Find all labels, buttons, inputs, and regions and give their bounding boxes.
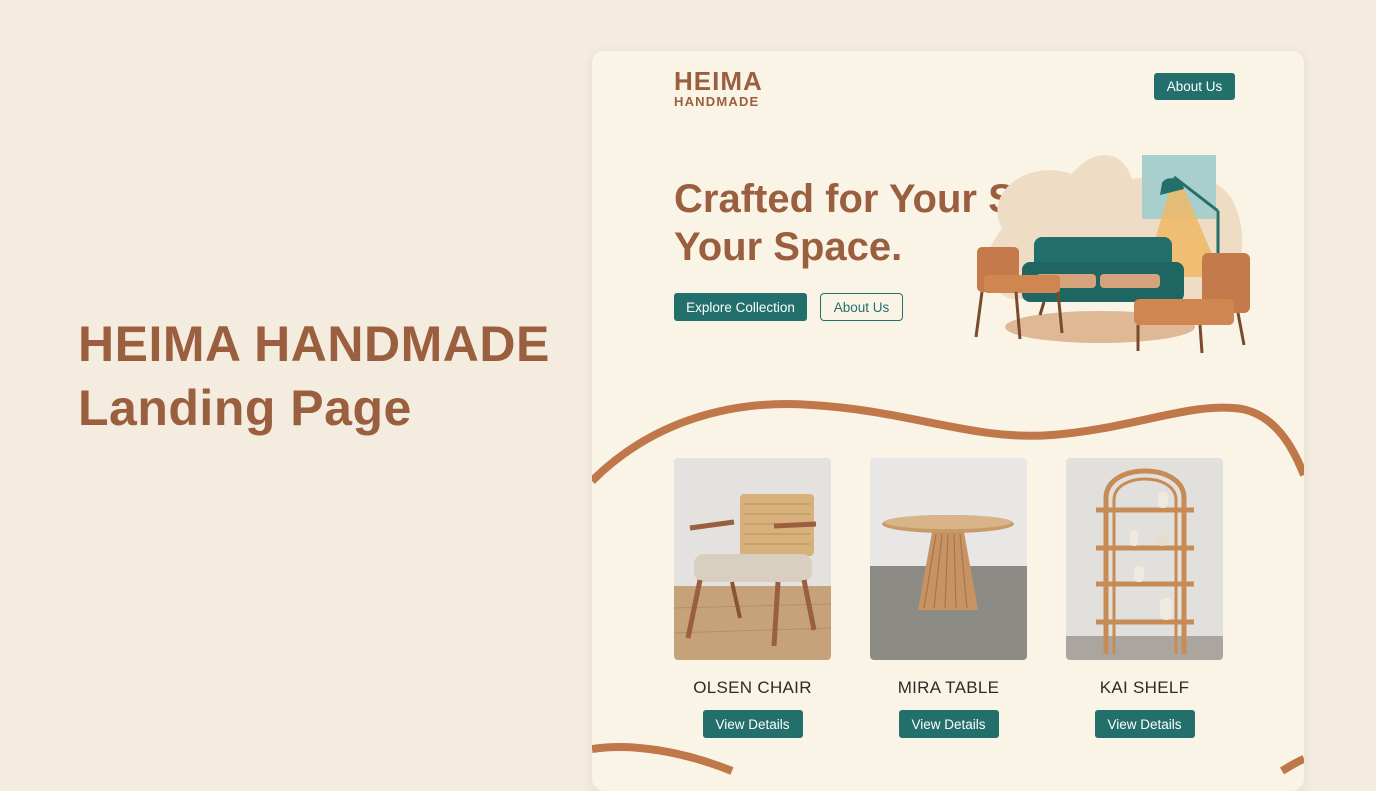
view-details-button[interactable]: View Details (702, 710, 803, 738)
product-name: MIRA TABLE (897, 678, 1000, 697)
view-details-button[interactable]: View Details (898, 710, 999, 738)
table-photo-icon[interactable] (870, 458, 1027, 660)
logo-main-text: HEIMA (674, 66, 763, 96)
hero-about-button[interactable]: About Us (820, 293, 903, 321)
slide-title: HEIMA HANDMADE Landing Page (78, 312, 550, 440)
product-name: KAI SHELF (1099, 678, 1190, 697)
landing-page-mockup: HEIMA HANDMADE About Us Crafted for Your… (592, 51, 1304, 791)
product-card-kai-shelf: KAI SHELF View Details (1066, 458, 1223, 738)
chair-photo-icon[interactable] (674, 458, 831, 660)
slide-title-line1: HEIMA HANDMADE (78, 316, 550, 372)
slide-title-line2: Landing Page (78, 380, 412, 436)
product-name: OLSEN CHAIR (693, 678, 812, 697)
brand-logo[interactable]: HEIMA HANDMADE (674, 66, 763, 109)
shelf-photo-icon[interactable] (1066, 458, 1223, 660)
nav-about-button[interactable]: About Us (1154, 73, 1235, 100)
living-room-illustration-icon (974, 155, 1250, 354)
logo-sub-text: HANDMADE (674, 94, 760, 109)
product-card-mira-table: MIRA TABLE View Details (870, 458, 1027, 738)
explore-collection-button[interactable]: Explore Collection (674, 293, 807, 321)
bottom-wave-divider-icon (592, 743, 1304, 775)
product-card-olsen-chair: OLSEN CHAIR View Details (674, 458, 831, 738)
view-details-button[interactable]: View Details (1094, 710, 1195, 738)
